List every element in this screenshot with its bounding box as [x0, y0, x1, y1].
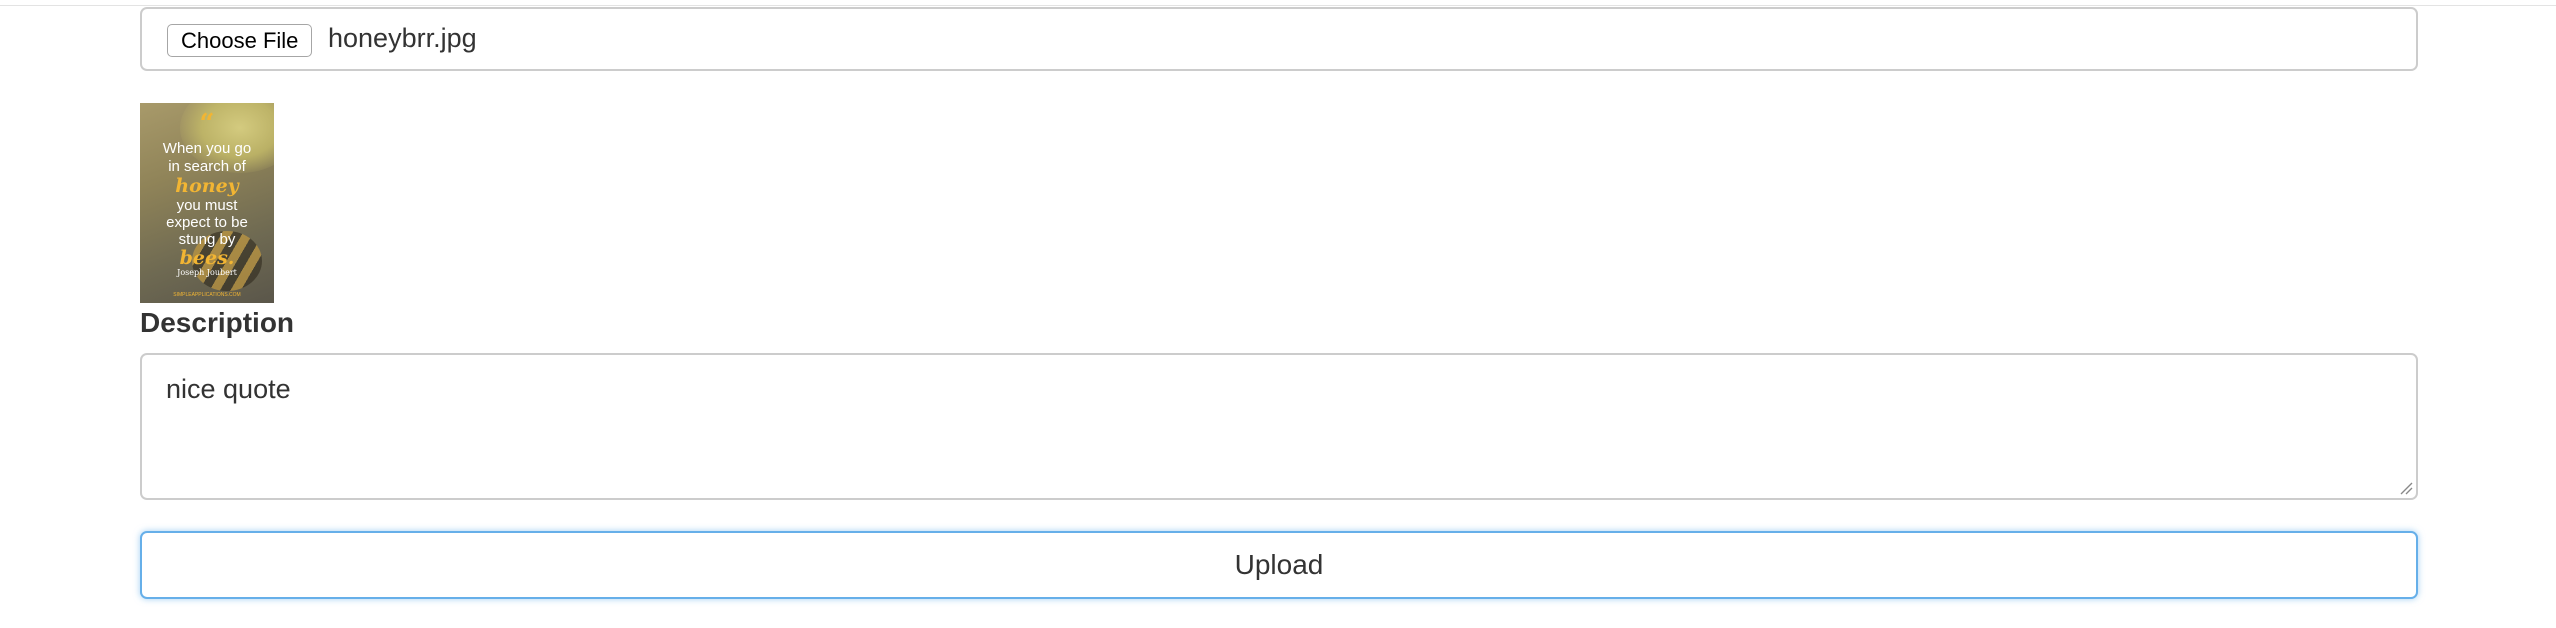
quote-accent-honey: honey	[175, 175, 239, 197]
quote-line-4: expect to be	[166, 214, 248, 231]
file-input-field[interactable]: Choose File honeybrr.jpg	[140, 7, 2418, 71]
description-textarea[interactable]: nice quote	[140, 353, 2418, 500]
quote-line-2: in search of	[168, 158, 246, 175]
resize-grip-icon[interactable]	[2399, 481, 2413, 495]
description-text: nice quote	[166, 374, 291, 404]
quote-line-3: you must	[176, 197, 238, 214]
quote-site: SIMPLEAPPLICATIONS.COM	[173, 292, 241, 298]
page-top-edge	[0, 0, 2556, 6]
quote-accent-bees: bees.	[179, 247, 235, 269]
quote-mark-icon: “	[199, 109, 215, 139]
upload-button-label: Upload	[1234, 549, 1324, 580]
choose-file-button[interactable]: Choose File	[167, 24, 313, 57]
description-label: Description	[140, 307, 295, 338]
image-preview: “ When you go in search of honey you mus…	[140, 103, 274, 303]
quote-line-1: When you go	[162, 140, 252, 157]
quote-line-5: stung by	[178, 231, 236, 248]
upload-button[interactable]: Upload	[140, 531, 2418, 599]
selected-file-name: honeybrr.jpg	[328, 23, 477, 53]
quote-author: Joseph Joubert	[177, 268, 237, 277]
